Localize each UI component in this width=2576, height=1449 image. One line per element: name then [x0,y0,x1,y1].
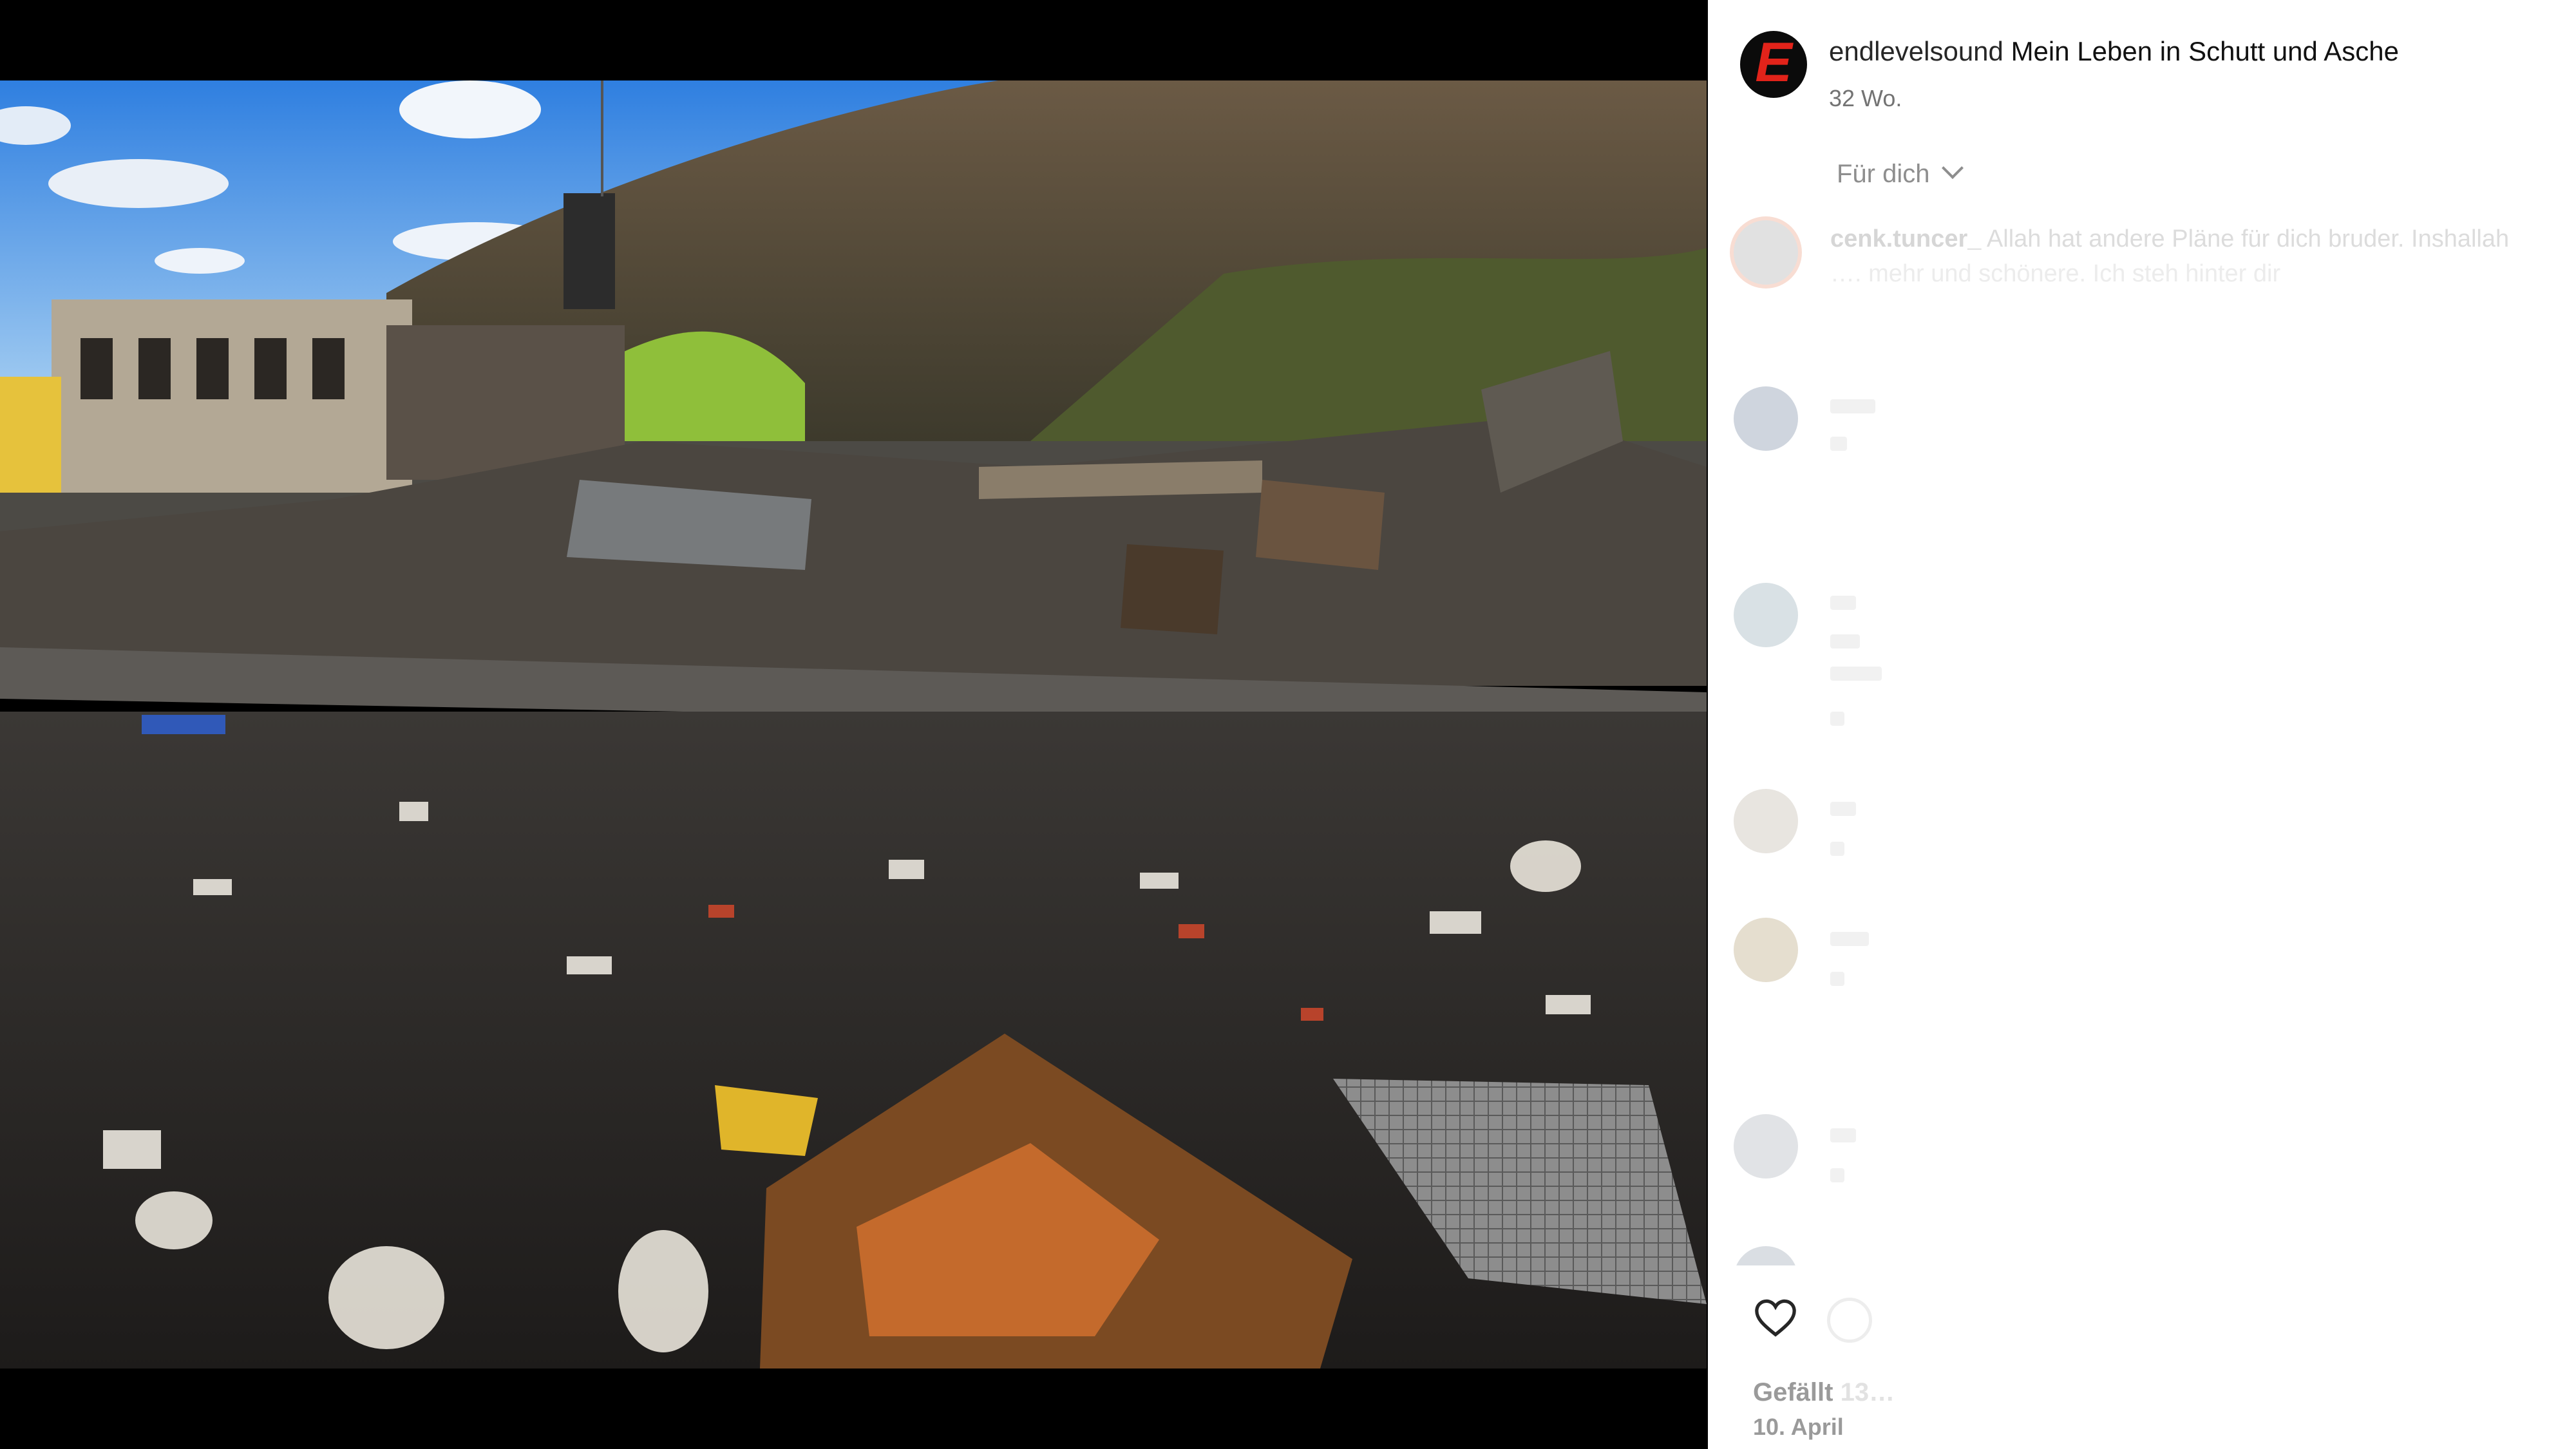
profile-avatar[interactable]: E [1740,31,1807,98]
brand-logo-letter: E [1755,32,1792,93]
fire-ruins-image [0,80,1707,1368]
comment-item [1734,789,2571,879]
comment-icon[interactable] [1827,1298,1872,1343]
avatar[interactable] [1734,789,1798,853]
comment-meta-placeholder [1830,1168,1844,1182]
comment-username-placeholder [1830,596,1856,610]
comment-body: Allah hat andere Pläne für dich bruder. … [1986,225,2510,252]
comment-meta-placeholder [1830,437,1847,451]
chevron-down-icon [1941,157,1964,179]
caption-text: Mein Leben in Schutt und Asche [2011,36,2399,66]
avatar[interactable] [1734,583,1798,647]
comment-body-continued: …. mehr und schönere. Ich steh hinter di… [1830,260,2281,287]
comment-username-placeholder [1830,399,1875,413]
username-link[interactable]: endlevelsound [1829,36,2003,66]
comment-item [1734,1114,2571,1204]
post-header: E endlevelsound Mein Leben in Schutt und… [1740,31,2564,121]
post-timestamp[interactable]: 32 Wo. [1829,85,1902,112]
likes-label: Gefällt [1753,1378,1833,1406]
post-date: 10. April [1753,1414,1844,1441]
filter-label: Für dich [1837,160,1930,188]
avatar[interactable] [1734,918,1798,982]
comment-meta-placeholder [1830,712,1844,726]
post-sidebar: E endlevelsound Mein Leben in Schutt und… [1708,0,2576,1449]
comment-username-placeholder [1830,932,1869,946]
comment-item [1734,386,2571,470]
post-actions: Gefällt 13… 10. April [1734,1265,2571,1449]
post-date-label: 10. April [1753,1414,1844,1440]
comment-body-placeholder [1830,634,1860,649]
avatar[interactable] [1734,386,1798,451]
post-photo[interactable] [0,80,1707,1368]
media-viewer [0,0,1707,1449]
comment-meta-placeholder [1830,972,1844,986]
avatar[interactable] [1734,1114,1798,1179]
avatar[interactable] [1734,220,1798,285]
comment-text: cenk.tuncer_ Allah hat andere Pläne für … [1830,225,2509,253]
caption: endlevelsound Mein Leben in Schutt und A… [1829,36,2399,67]
likes-count[interactable]: Gefällt 13… [1753,1378,1895,1407]
comment-item [1734,918,2571,1008]
comment-username[interactable]: cenk.tuncer_ [1830,225,1981,252]
comment-username-placeholder [1830,1128,1856,1142]
comment-item: cenk.tuncer_ Allah hat andere Pläne für … [1734,213,2571,296]
likes-number: 13… [1840,1378,1895,1406]
comment-meta-placeholder [1830,842,1844,856]
comment-body-placeholder [1830,667,1882,681]
comment-filter-dropdown[interactable]: Für dich [1837,157,1964,189]
comment-item [1734,583,2571,726]
comment-username-placeholder [1830,802,1856,816]
heart-icon[interactable] [1753,1295,1798,1340]
